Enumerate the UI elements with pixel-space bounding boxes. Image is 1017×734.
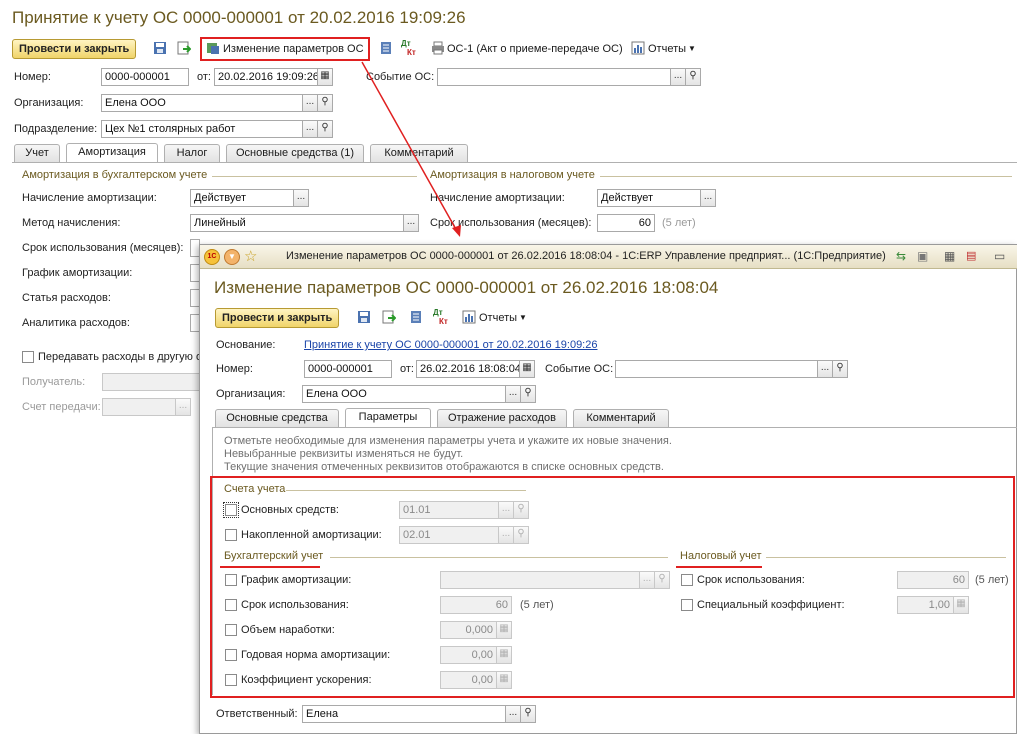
annual-rate-field: 0,00: [440, 646, 497, 664]
accounts-group-title: Счета учета: [224, 483, 286, 495]
calculator-icon[interactable]: ▦: [944, 249, 955, 263]
event-field[interactable]: [615, 360, 818, 378]
window-titlebar: 1С ▼ ☆ Изменение параметров ОС 0000-0000…: [200, 245, 1017, 269]
tax-group-title: Налоговый учет: [680, 550, 762, 562]
divider: [330, 557, 668, 558]
schedule-label: График амортизации:: [241, 574, 352, 586]
search-icon[interactable]: ⚲: [520, 385, 536, 403]
select-button[interactable]: ...: [505, 385, 521, 403]
search-icon: ⚲: [513, 501, 529, 519]
red-underline: [220, 566, 320, 568]
dt-kt-button[interactable]: Дт Кт: [433, 308, 451, 328]
responsible-label: Ответственный:: [216, 708, 298, 720]
schedule-field: [440, 571, 640, 589]
favorite-star-icon[interactable]: ☆: [244, 247, 257, 265]
tab-comment[interactable]: Комментарий: [573, 409, 669, 427]
from-label: от:: [400, 363, 414, 375]
org-field[interactable]: Елена ООО: [302, 385, 506, 403]
annual-rate-checkbox[interactable]: [225, 649, 237, 661]
reports-menu[interactable]: Отчеты: [479, 310, 517, 326]
hint-line-1: Отметьте необходимые для изменения парам…: [224, 435, 672, 447]
accel-coef-checkbox[interactable]: [225, 674, 237, 686]
calculator-icon: ▦: [496, 671, 512, 689]
menu-chevron-icon[interactable]: ▼: [224, 249, 240, 265]
hint-line-2: Невыбранные реквизиты изменяться не буду…: [224, 448, 464, 460]
calculator-icon: ▦: [953, 596, 969, 614]
useful-life-field: 60: [440, 596, 512, 614]
output-volume-label: Объем наработки:: [241, 624, 335, 636]
red-underline: [676, 566, 762, 568]
tab-expense-reflection[interactable]: Отражение расходов: [437, 409, 567, 427]
useful-life-label: Срок использования:: [241, 599, 349, 611]
special-coef-checkbox[interactable]: [681, 599, 693, 611]
annual-rate-label: Годовая норма амортизации:: [241, 649, 391, 661]
tab-parameters[interactable]: Параметры: [345, 408, 431, 427]
select-button: ...: [639, 571, 655, 589]
tab-fixed-assets[interactable]: Основные средства: [215, 409, 339, 427]
window-menu-icon[interactable]: ▭: [994, 249, 1005, 263]
reports-icon[interactable]: [461, 310, 477, 326]
change-params-dialog: 1С ▼ ☆ Изменение параметров ОС 0000-0000…: [199, 244, 1017, 734]
search-icon[interactable]: ⚲: [520, 705, 536, 723]
search-icon: ⚲: [654, 571, 670, 589]
divider: [286, 490, 526, 491]
window-title: Изменение параметров ОС 0000-000001 от 2…: [286, 250, 886, 262]
dialog-post-and-close-button[interactable]: Провести и закрыть: [215, 308, 340, 328]
output-volume-field: 0,000: [440, 621, 497, 639]
dialog-title: Изменение параметров ОС 0000-000001 от 2…: [214, 278, 719, 297]
search-icon: ⚲: [513, 526, 529, 544]
special-coef-label: Специальный коэффициент:: [697, 599, 845, 611]
event-label: Событие ОС:: [545, 363, 614, 375]
basis-link[interactable]: Принятие к учету ОС 0000-000001 от 20.02…: [304, 337, 597, 353]
org-label: Организация:: [216, 388, 286, 400]
tax-useful-life-field: 60: [897, 571, 969, 589]
tax-useful-life-checkbox[interactable]: [681, 574, 693, 586]
accel-coef-field: 0,00: [440, 671, 497, 689]
special-coef-field: 1,00: [897, 596, 954, 614]
tab-depreciation[interactable]: Амортизация: [66, 143, 158, 162]
date-field[interactable]: 26.02.2016 18:08:04: [416, 360, 520, 378]
tax-useful-life-years: (5 лет): [975, 574, 1009, 586]
chevron-down-icon[interactable]: ▼: [519, 310, 527, 326]
number-field[interactable]: 0000-000001: [304, 360, 392, 378]
output-volume-checkbox[interactable]: [225, 624, 237, 636]
accel-coef-label: Коэффициент ускорения:: [241, 674, 372, 686]
divider: [766, 557, 1006, 558]
schedule-checkbox[interactable]: [225, 574, 237, 586]
useful-life-checkbox[interactable]: [225, 599, 237, 611]
hint-line-3: Текущие значения отмеченных реквизитов о…: [224, 461, 664, 473]
tax-useful-life-label: Срок использования:: [697, 574, 805, 586]
kt-label: Кт: [439, 317, 448, 326]
calendar-icon[interactable]: ▦: [519, 360, 535, 378]
post-icon[interactable]: [381, 310, 397, 326]
calculator-icon: ▦: [496, 646, 512, 664]
fixed-assets-label: Основных средств:: [241, 504, 339, 516]
fixed-assets-field: 01.01: [399, 501, 499, 519]
accum-amort-field: 02.01: [399, 526, 499, 544]
select-button: ...: [498, 526, 514, 544]
responsible-field[interactable]: Елена: [302, 705, 506, 723]
useful-life-years: (5 лет): [520, 599, 554, 611]
select-button[interactable]: ...: [817, 360, 833, 378]
calendar-icon[interactable]: ▤: [966, 249, 976, 262]
select-button: ...: [498, 501, 514, 519]
basis-label: Основание:: [216, 339, 276, 351]
number-label: Номер:: [216, 363, 253, 375]
bookmark-icon[interactable]: ▣: [917, 249, 928, 263]
accounting-group-title: Бухгалтерский учет: [224, 550, 324, 562]
calculator-icon: ▦: [496, 621, 512, 639]
app-logo-icon[interactable]: 1С: [204, 249, 220, 265]
list-icon[interactable]: [408, 310, 424, 326]
save-icon[interactable]: [356, 310, 372, 326]
navigate-icon[interactable]: ⇆: [896, 249, 906, 263]
fixed-assets-checkbox[interactable]: [223, 502, 239, 518]
accum-amort-checkbox[interactable]: [225, 529, 237, 541]
select-button[interactable]: ...: [505, 705, 521, 723]
dt-label: Дт: [433, 308, 443, 317]
accum-amort-label: Накопленной амортизации:: [241, 529, 382, 541]
search-icon[interactable]: ⚲: [832, 360, 848, 378]
